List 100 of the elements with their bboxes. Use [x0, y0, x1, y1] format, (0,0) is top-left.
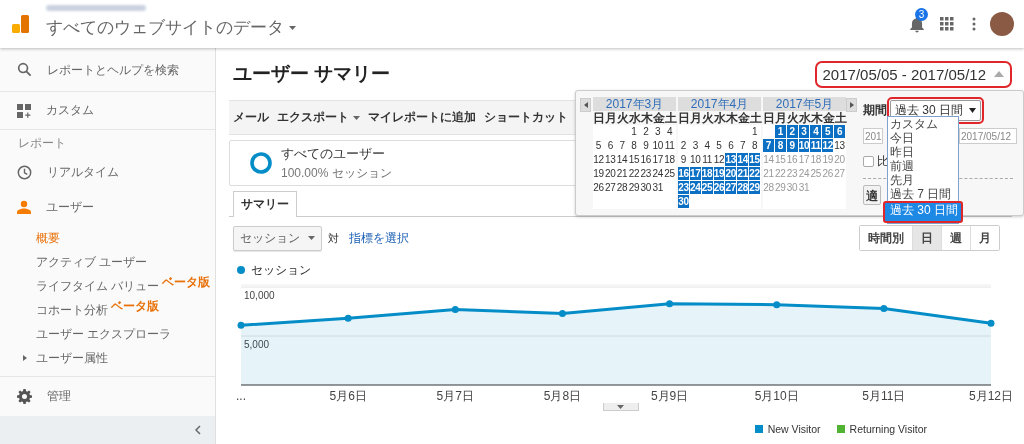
calendar-day[interactable]: 20 — [604, 167, 616, 180]
calendar-day[interactable]: 6 — [725, 139, 737, 152]
end-date-field[interactable]: 2017/05/12 — [959, 128, 1017, 144]
dropdown-option[interactable]: 過去 7 日間 — [888, 187, 958, 201]
calendar-day[interactable]: 26 — [713, 181, 725, 194]
calendar-day[interactable]: 21 — [737, 167, 749, 180]
calendar-day[interactable]: 2 — [640, 125, 652, 138]
select-metric-link[interactable]: 指標を選択 — [349, 229, 409, 247]
calendar-day[interactable]: 7 — [737, 139, 749, 152]
calendar-day[interactable]: 4 — [664, 125, 675, 138]
calendar-day[interactable]: 10 — [689, 153, 701, 166]
calendar-day[interactable]: 1 — [628, 125, 640, 138]
calendar-day[interactable]: 3 — [798, 125, 810, 138]
calendar-day[interactable]: 12 — [822, 139, 834, 152]
expand-chart-button[interactable] — [602, 403, 639, 411]
calendar-day[interactable]: 23 — [678, 181, 689, 194]
calendar-day[interactable]: 16 — [678, 167, 689, 180]
calendar-day[interactable]: 9 — [786, 139, 798, 152]
toolbar-button[interactable]: エクスポート — [277, 109, 360, 126]
toolbar-button[interactable]: ショートカット — [484, 109, 568, 126]
metric-dropdown[interactable]: セッション — [233, 225, 322, 251]
calendar-day[interactable]: 28 — [737, 181, 749, 194]
calendar-day[interactable]: 30 — [678, 195, 689, 208]
nav-subitem[interactable]: ユーザー エクスプローラ — [0, 322, 215, 346]
calendar-day[interactable]: 13 — [604, 153, 616, 166]
calendar-day[interactable]: 9 — [640, 139, 652, 152]
calendar-day[interactable]: 4 — [701, 139, 713, 152]
calendar-day[interactable]: 28 — [616, 181, 628, 194]
tab[interactable]: サマリー — [233, 191, 297, 217]
apps-grid-icon[interactable] — [940, 17, 954, 31]
calendar-day[interactable]: 7 — [616, 139, 628, 152]
calendar-day[interactable]: 8 — [628, 139, 640, 152]
calendar-day[interactable]: 27 — [604, 181, 616, 194]
calendar-day[interactable]: 8 — [749, 139, 760, 152]
calendar-day[interactable]: 9 — [678, 153, 689, 166]
calendar-day[interactable]: 8 — [774, 139, 786, 152]
calendar-day[interactable]: 22 — [749, 167, 760, 180]
calendar-day[interactable]: 13 — [725, 153, 737, 166]
compare-checkbox[interactable] — [863, 156, 874, 167]
nav-subitem[interactable]: ユーザー属性 — [0, 346, 215, 370]
calendar-day[interactable]: 15 — [749, 153, 760, 166]
nav-item[interactable]: リアルタイム — [0, 156, 215, 188]
dropdown-option[interactable]: 昨日 — [888, 145, 958, 159]
calendar-day[interactable]: 6 — [604, 139, 616, 152]
calendar-day[interactable]: 24 — [689, 181, 701, 194]
calendar-day[interactable]: 16 — [640, 153, 652, 166]
calendar-day[interactable]: 25 — [664, 167, 675, 180]
calendar-day[interactable]: 10 — [798, 139, 810, 152]
calendar-day[interactable]: 10 — [652, 139, 664, 152]
calendar-day[interactable]: 24 — [652, 167, 664, 180]
more-vertical-icon[interactable] — [972, 17, 976, 31]
apply-button[interactable]: 適 — [863, 185, 881, 205]
dropdown-option[interactable]: 過去 30 日間 — [883, 201, 963, 223]
toolbar-button[interactable]: メール — [233, 109, 269, 126]
calendar-day[interactable]: 11 — [810, 139, 822, 152]
calendar-day[interactable]: 17 — [652, 153, 664, 166]
triangle-right-icon[interactable] — [22, 355, 28, 361]
calendar-day[interactable]: 17 — [689, 167, 701, 180]
calendar-day[interactable]: 21 — [616, 167, 628, 180]
calendar-day[interactable]: 20 — [725, 167, 737, 180]
start-date-field[interactable]: 201 — [863, 128, 883, 144]
calendar-day[interactable]: 19 — [713, 167, 725, 180]
toolbar-button[interactable]: マイレポートに追加 — [368, 109, 476, 126]
dropdown-option[interactable]: 今日 — [888, 131, 958, 145]
chevron-left-icon[interactable] — [195, 425, 201, 435]
nav-subitem[interactable]: アクティブ ユーザー — [0, 250, 215, 274]
calendar-day[interactable]: 5 — [713, 139, 725, 152]
calendar-day[interactable]: 19 — [593, 167, 604, 180]
calendar-day[interactable]: 1 — [749, 125, 760, 138]
calendar-day[interactable]: 6 — [834, 125, 845, 138]
calendar-day[interactable]: 2 — [786, 125, 798, 138]
date-range-button[interactable]: 2017/05/05 - 2017/05/12 — [816, 62, 1010, 86]
calendar-day[interactable]: 25 — [701, 181, 713, 194]
calendar-day[interactable]: 31 — [652, 181, 664, 194]
calendar-day[interactable]: 22 — [628, 167, 640, 180]
property-title[interactable]: すべてのウェブサイトのデータ — [46, 16, 284, 39]
granularity-button[interactable]: 日 — [912, 226, 941, 250]
calendar-day[interactable]: 5 — [593, 139, 604, 152]
calendar-day[interactable]: 5 — [822, 125, 834, 138]
search-field[interactable]: レポートとヘルプを検索 — [47, 62, 192, 77]
calendar-day[interactable]: 15 — [628, 153, 640, 166]
next-month-button[interactable] — [846, 98, 857, 112]
calendar-day[interactable]: 11 — [664, 139, 675, 152]
calendar-day[interactable]: 23 — [640, 167, 652, 180]
calendar-day[interactable]: 11 — [701, 153, 713, 166]
calendar-day[interactable]: 29 — [628, 181, 640, 194]
calendar-day[interactable]: 3 — [652, 125, 664, 138]
previous-month-button[interactable] — [580, 98, 591, 112]
granularity-button[interactable]: 月 — [970, 226, 999, 250]
calendar-day[interactable]: 12 — [713, 153, 725, 166]
dropdown-option[interactable]: 先月 — [888, 173, 958, 187]
calendar-day[interactable]: 13 — [834, 139, 845, 152]
calendar-day[interactable]: 1 — [774, 125, 786, 138]
calendar-day[interactable]: 3 — [689, 139, 701, 152]
avatar[interactable] — [990, 12, 1014, 36]
calendar-day[interactable]: 18 — [664, 153, 675, 166]
calendar-day[interactable]: 27 — [725, 181, 737, 194]
nav-subitem[interactable]: ライフタイム バリュー ベータ版 — [0, 274, 215, 298]
calendar-day[interactable]: 29 — [749, 181, 760, 194]
dropdown-option[interactable]: 前週 — [888, 159, 958, 173]
